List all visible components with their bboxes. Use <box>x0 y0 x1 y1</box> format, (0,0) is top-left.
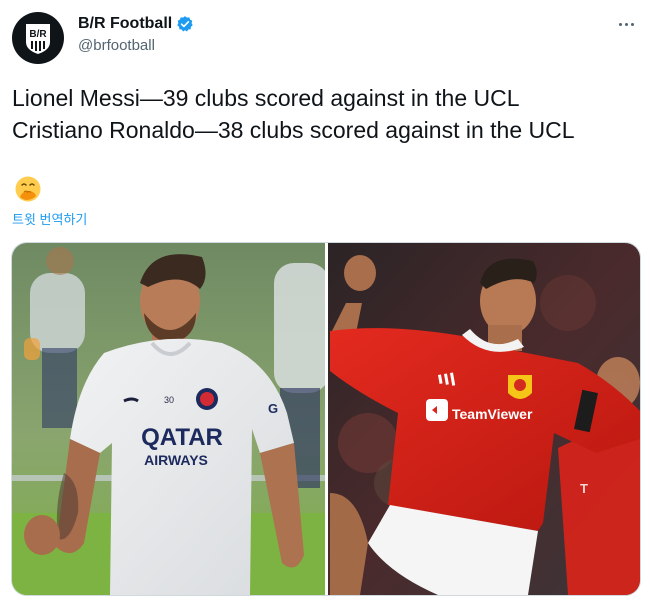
face-with-hand-over-mouth-icon <box>15 176 41 202</box>
avatar-text: B/R <box>29 29 47 40</box>
shirt-sponsor-airways: AIRWAYS <box>144 452 208 468</box>
tweet-text: Lionel Messi—39 clubs scored against in … <box>12 82 642 146</box>
shirt-sponsor-qatar: QATAR <box>141 424 223 451</box>
more-dot-icon <box>630 22 634 26</box>
more-dot-icon <box>624 22 628 26</box>
br-logo-icon: B/R <box>26 24 50 54</box>
display-name[interactable]: B/R Football <box>78 14 172 34</box>
translate-tweet-link[interactable]: 트윗 번역하기 <box>12 209 87 228</box>
avatar[interactable]: B/R <box>12 12 64 64</box>
shirt-sponsor-teamviewer: TeamViewer <box>452 406 533 422</box>
photo-messi[interactable]: 30 G QATAR AIRWAYS <box>12 243 325 595</box>
svg-text:T: T <box>580 481 588 496</box>
tweet-line: Lionel Messi—39 clubs scored against in … <box>12 85 520 111</box>
verified-badge-icon <box>177 16 193 32</box>
more-dot-icon <box>618 22 622 26</box>
handle[interactable]: @brfootball <box>78 36 194 56</box>
tweet-line: Cristiano Ronaldo—38 clubs scored agains… <box>12 117 575 143</box>
svg-text:G: G <box>268 401 278 416</box>
author-block: B/R Football @brfootball <box>78 14 194 56</box>
tweet-media[interactable]: 30 G QATAR AIRWAYS TeamViewer T <box>11 242 641 596</box>
shirt-number: 30 <box>164 395 174 405</box>
more-options-button[interactable] <box>614 14 638 34</box>
photo-ronaldo[interactable]: TeamViewer T <box>328 243 640 595</box>
